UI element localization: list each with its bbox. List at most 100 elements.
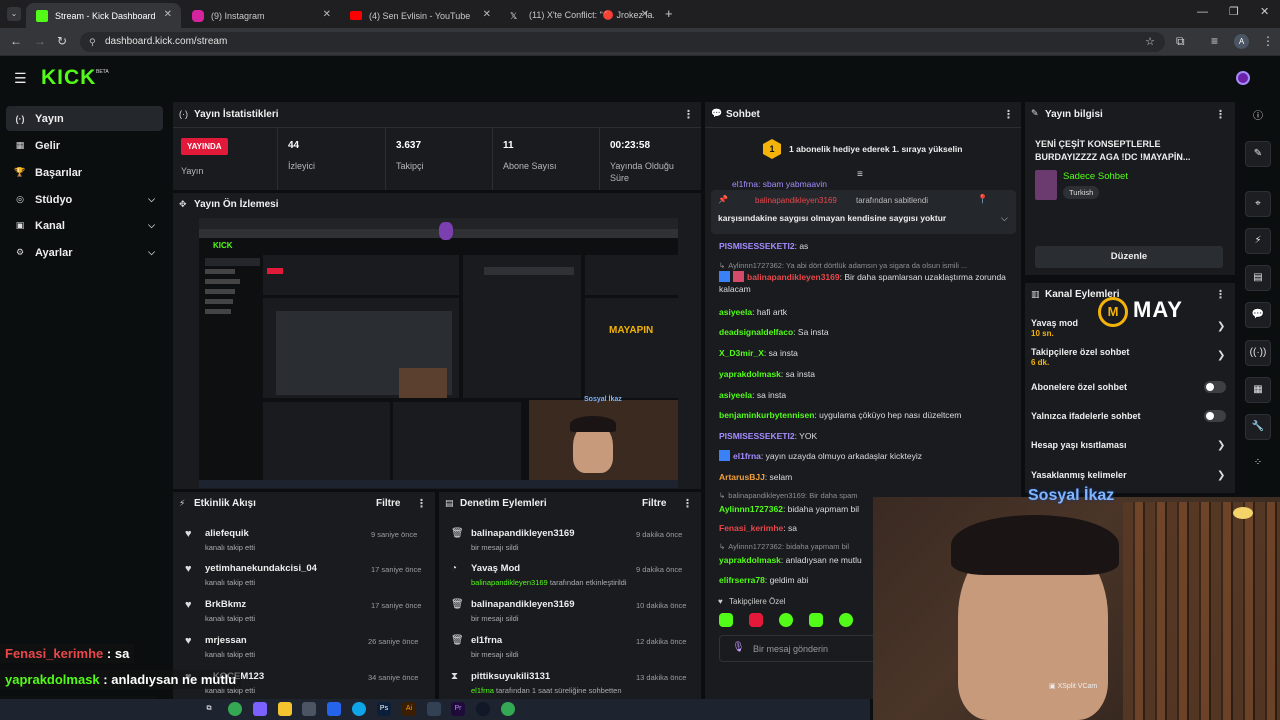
emote-icon[interactable] bbox=[779, 613, 793, 627]
chat-username[interactable]: PISMISESSEKETI2 bbox=[719, 431, 795, 441]
chat-username[interactable]: yaprakdolmask bbox=[719, 555, 781, 565]
chat-message[interactable]: yaprakdolmask: anladıysan ne mutlu bbox=[719, 554, 862, 566]
moderator-username[interactable]: el1frna bbox=[471, 686, 494, 695]
chat-username[interactable]: PISMISESSEKETI2 bbox=[719, 241, 795, 251]
chat-username[interactable]: yaprakdolmask bbox=[719, 369, 781, 379]
sidebar-item-studyo[interactable]: ◎ Stüdyo ⌵ bbox=[6, 187, 163, 212]
moderation-target[interactable]: el1frna bbox=[471, 635, 502, 646]
chat-message[interactable]: benjaminkurbytennisen: uygulama çöküyo h… bbox=[719, 409, 961, 421]
category-name[interactable]: Sadece Sohbet bbox=[1063, 171, 1128, 182]
close-tab-icon[interactable]: ✕ bbox=[323, 9, 331, 20]
close-tab-icon[interactable]: ✕ bbox=[483, 9, 491, 20]
chevron-down-icon[interactable]: ⌵ bbox=[1001, 213, 1008, 224]
more-options-icon[interactable]: ⋮ bbox=[1215, 288, 1226, 301]
activity-username[interactable]: BrkBkmz bbox=[205, 599, 246, 610]
more-options-icon[interactable]: ⋮ bbox=[683, 108, 694, 121]
microphone-icon[interactable]: 🎙 bbox=[732, 642, 745, 653]
channel-action-label[interactable]: Yasaklanmış kelimeler bbox=[1031, 470, 1127, 480]
edit-stream-button[interactable]: Düzenle bbox=[1035, 246, 1223, 268]
app-icon[interactable] bbox=[253, 702, 267, 716]
chat-username[interactable]: balinapandikleyen3169 bbox=[728, 491, 805, 500]
more-options-icon[interactable]: ⋮ bbox=[1215, 108, 1226, 121]
chat-message[interactable]: Fenasi_kerimhe: sa bbox=[719, 522, 797, 534]
chat-username[interactable]: Aylinnn1727362 bbox=[728, 542, 782, 551]
pinned-message[interactable]: 📌 balinapandikleyen3169 tarafından sabit… bbox=[711, 190, 1016, 234]
forward-icon[interactable]: → bbox=[34, 34, 46, 48]
activity-username[interactable]: aliefequik bbox=[205, 528, 249, 539]
chevron-right-icon[interactable]: ❯ bbox=[1217, 350, 1225, 361]
sidebar-item-kanal[interactable]: ▣ Kanal ⌵ bbox=[6, 213, 163, 238]
target-icon[interactable]: ⌖ bbox=[1245, 191, 1271, 217]
app-icon[interactable] bbox=[327, 702, 341, 716]
app-icon[interactable] bbox=[302, 702, 316, 716]
close-window-icon[interactable]: ✕ bbox=[1260, 5, 1269, 18]
wrench-icon[interactable]: 🔧 bbox=[1245, 414, 1271, 440]
tab-instagram[interactable]: (9) Instagram ✕ bbox=[182, 3, 340, 28]
chat-username[interactable]: asiyeela bbox=[719, 390, 752, 400]
chat-message[interactable]: asiyeela: hafi artk bbox=[719, 306, 787, 318]
tab-search-icon[interactable]: ⌄ bbox=[7, 7, 21, 21]
chat-username[interactable]: benjaminkurbytennisen bbox=[719, 410, 814, 420]
profile-avatar[interactable]: A bbox=[1234, 34, 1249, 49]
chat-username[interactable]: asiyeela bbox=[719, 307, 752, 317]
chat-message[interactable]: balinapandikleyen3169: Bir daha spamlars… bbox=[719, 271, 1015, 295]
user-avatar[interactable] bbox=[1236, 71, 1250, 85]
chat-username[interactable]: X_D3mir_X bbox=[719, 348, 764, 358]
chat-username[interactable]: balinapandikleyen3169 bbox=[747, 272, 840, 282]
emote-icon[interactable] bbox=[839, 613, 853, 627]
edit-icon[interactable]: ✎ bbox=[1245, 141, 1271, 167]
chat-message[interactable]: asiyeela: sa insta bbox=[719, 389, 786, 401]
emote-icon[interactable] bbox=[749, 613, 763, 627]
restore-icon[interactable]: ❐ bbox=[1229, 5, 1239, 18]
channel-action-toggle[interactable] bbox=[1204, 381, 1226, 393]
chat-username[interactable]: deadsignaldelfaco bbox=[719, 327, 793, 337]
broadcast-signal-icon[interactable]: ((·)) bbox=[1245, 340, 1271, 366]
task-view-icon[interactable]: ⧉ bbox=[202, 702, 216, 716]
file-explorer-icon[interactable] bbox=[278, 702, 292, 716]
preview-video[interactable]: KICK MAYAPIN Sosyal İkaz bbox=[199, 218, 678, 488]
chat-message[interactable]: el1frna: yayın uzayda olmuyo arkadaşlar … bbox=[719, 450, 922, 462]
chat-username[interactable]: Aylinnn1727362 bbox=[719, 504, 783, 514]
more-options-icon[interactable]: ⋮ bbox=[416, 497, 427, 510]
clipboard-icon[interactable]: ▤ bbox=[1245, 265, 1271, 291]
photoshop-icon[interactable]: Ps bbox=[377, 702, 391, 716]
app-icon[interactable] bbox=[476, 702, 490, 716]
info-icon[interactable]: ⓘ bbox=[1245, 105, 1271, 131]
tab-kick-dashboard[interactable]: Stream - Kick Dashboard ✕ bbox=[26, 3, 181, 28]
emote-icon[interactable] bbox=[809, 613, 823, 627]
bookmark-star-icon[interactable]: ☆ bbox=[1145, 32, 1155, 52]
chat-username[interactable]: el1frna bbox=[733, 451, 761, 461]
chat-message[interactable]: PISMISESSEKETI2: YOK bbox=[719, 430, 817, 442]
close-tab-icon[interactable]: ✕ bbox=[164, 9, 172, 20]
pin-toggle-icon[interactable]: 📍 bbox=[977, 194, 988, 205]
chat-message[interactable]: Aylinnn1727362: bidaha yapmam bil bbox=[719, 503, 859, 515]
illustrator-icon[interactable]: Ai bbox=[402, 702, 416, 716]
layout-icon[interactable]: ▦ bbox=[1245, 377, 1271, 403]
chat-message[interactable]: PISMISESSEKETI2: as bbox=[719, 240, 808, 252]
app-icon[interactable] bbox=[427, 702, 441, 716]
channel-action-label[interactable]: Yavaş mod bbox=[1031, 318, 1078, 328]
chat-bubble-icon[interactable]: 💬 bbox=[1245, 302, 1271, 328]
close-tab-icon[interactable]: ✕ bbox=[641, 9, 649, 20]
more-options-icon[interactable]: ⋮ bbox=[682, 497, 693, 510]
sidebar-item-gelir[interactable]: ▦ Gelir bbox=[6, 133, 163, 158]
browser-menu-icon[interactable]: ⋮ bbox=[1262, 34, 1274, 48]
apps-icon[interactable]: ⁘ bbox=[1245, 451, 1271, 477]
moderation-target[interactable]: pittiksuyukili3131 bbox=[471, 671, 550, 682]
chat-username[interactable]: Fenasi_kerimhe bbox=[719, 523, 783, 533]
channel-action-toggle[interactable] bbox=[1204, 410, 1226, 422]
moderation-target[interactable]: balinapandikleyen3169 bbox=[471, 599, 575, 610]
chevron-right-icon[interactable]: ❯ bbox=[1217, 440, 1225, 451]
extensions-icon[interactable]: ⧉ bbox=[1176, 34, 1185, 49]
edge-icon[interactable] bbox=[352, 702, 366, 716]
chat-message[interactable]: ↳ Aylinnn1727362: bidaha yapmam bil bbox=[719, 541, 849, 553]
chat-message[interactable]: yaprakdolmask: sa insta bbox=[719, 368, 815, 380]
chat-message-input[interactable]: 🎙 Bir mesaj gönderin bbox=[719, 635, 899, 662]
hamburger-menu-icon[interactable]: ☰ bbox=[14, 70, 27, 87]
back-icon[interactable]: ← bbox=[10, 34, 22, 48]
channel-action-label[interactable]: Yalnızca ifadelerle sohbet bbox=[1031, 411, 1141, 421]
more-options-icon[interactable]: ⋮ bbox=[1003, 108, 1014, 121]
sidebar-item-ayarlar[interactable]: ⚙ Ayarlar ⌵ bbox=[6, 240, 163, 265]
premiere-icon[interactable]: Pr bbox=[451, 702, 465, 716]
chat-username[interactable]: Aylinnn1727362 bbox=[728, 261, 782, 270]
